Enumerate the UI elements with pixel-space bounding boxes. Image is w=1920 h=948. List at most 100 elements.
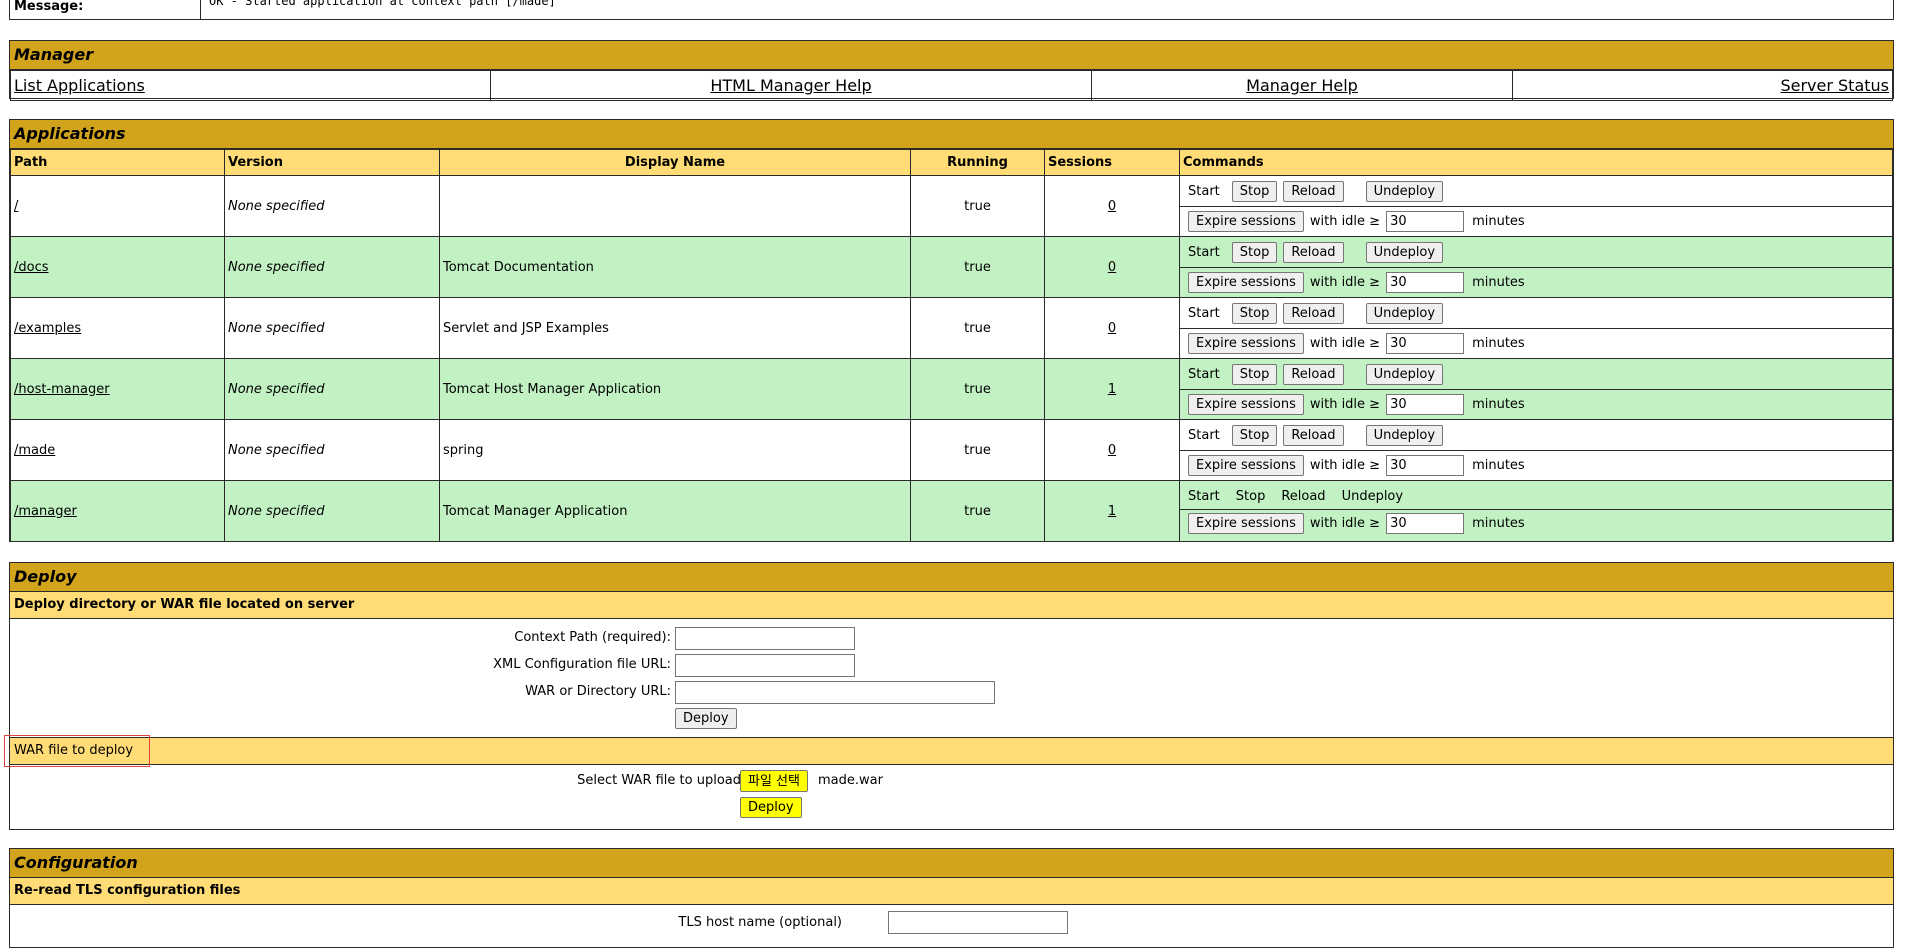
header-sessions: Sessions [1044, 149, 1180, 176]
app-version: None specified [224, 480, 440, 542]
stop-button[interactable]: Stop [1231, 424, 1278, 446]
with-idle-label: with idle ≥ [1309, 457, 1381, 473]
idle-minutes-input[interactable] [1386, 454, 1465, 476]
app-display-name: spring [439, 419, 911, 481]
manager-help-link[interactable]: Manager Help [1246, 76, 1358, 95]
context-path-input[interactable] [675, 627, 855, 650]
idle-minutes-input[interactable] [1386, 210, 1465, 232]
start-command: Start [1188, 183, 1220, 199]
undeploy-button[interactable]: Undeploy [1365, 180, 1444, 202]
idle-minutes-input[interactable] [1386, 271, 1465, 293]
app-commands: Start Stop Reload Undeploy Expire sessions wi… [1179, 480, 1893, 542]
manager-links-table: List Applications HTML Manager Help Mana… [10, 70, 1893, 101]
expire-sessions-button[interactable]: Expire sessions [1188, 454, 1304, 476]
minutes-label: minutes [1472, 396, 1525, 412]
stop-button[interactable]: Stop [1231, 302, 1278, 324]
server-status-link[interactable]: Server Status [1780, 76, 1889, 95]
undeploy-button[interactable]: Undeploy [1365, 363, 1444, 385]
message-label: Message: [14, 0, 84, 14]
undeploy-button[interactable]: Undeploy [1365, 302, 1444, 324]
app-version: None specified [224, 297, 440, 359]
app-commands: Start Stop Reload Undeploy Expire sessions wi… [1179, 419, 1893, 481]
with-idle-label: with idle ≥ [1309, 274, 1381, 290]
reload-button[interactable]: Reload [1283, 363, 1344, 385]
with-idle-label: with idle ≥ [1309, 396, 1381, 412]
idle-minutes-input[interactable] [1386, 513, 1465, 534]
choose-file-button[interactable]: 파일 선택 [740, 770, 808, 792]
deploy-panel: Deploy Deploy directory or WAR file loca… [4, 562, 1894, 830]
expire-sessions-button[interactable]: Expire sessions [1188, 513, 1304, 534]
header-path: Path [10, 149, 225, 176]
app-path-link[interactable]: /host-manager [14, 382, 110, 397]
deploy-upload-button[interactable]: Deploy [740, 797, 802, 818]
app-display-name: Tomcat Documentation [439, 236, 911, 298]
app-sessions-link[interactable]: 1 [1108, 504, 1116, 519]
app-path-link[interactable]: / [14, 199, 18, 214]
reload-button[interactable]: Reload [1283, 180, 1344, 202]
manager-panel: Manager List Applications HTML Manager H… [9, 40, 1894, 101]
header-running: Running [910, 149, 1045, 176]
minutes-label: minutes [1472, 335, 1525, 351]
app-sessions-link[interactable]: 0 [1108, 260, 1116, 275]
undeploy-button[interactable]: Undeploy [1365, 424, 1444, 446]
app-commands: Start Stop Reload Undeploy Expire sessions wi… [1179, 236, 1893, 298]
with-idle-label: with idle ≥ [1309, 335, 1381, 351]
table-row: /docs None specified Tomcat Documentation t… [10, 236, 1893, 298]
header-display-name: Display Name [439, 149, 911, 176]
app-sessions-link[interactable]: 0 [1108, 321, 1116, 336]
app-commands: Start Stop Reload Undeploy Expire sessions wi… [1179, 358, 1893, 420]
chosen-file-name: made.war [818, 773, 883, 788]
reload-command: Reload [1281, 489, 1326, 504]
expire-sessions-button[interactable]: Expire sessions [1188, 393, 1304, 415]
app-path-link[interactable]: /docs [14, 260, 49, 275]
tls-host-input[interactable] [888, 911, 1068, 934]
minutes-label: minutes [1472, 516, 1525, 531]
war-dir-input[interactable] [675, 681, 995, 704]
reload-button[interactable]: Reload [1283, 302, 1344, 324]
expire-sessions-button[interactable]: Expire sessions [1188, 210, 1304, 232]
message-text: OK - Started application at context path… [200, 0, 556, 19]
reload-button[interactable]: Reload [1283, 241, 1344, 263]
app-display-name: Tomcat Manager Application [439, 480, 911, 542]
app-sessions-link[interactable]: 0 [1108, 443, 1116, 458]
stop-button[interactable]: Stop [1231, 241, 1278, 263]
app-sessions-link[interactable]: 0 [1108, 199, 1116, 214]
configuration-title: Configuration [10, 849, 1893, 878]
minutes-label: minutes [1472, 213, 1525, 229]
xml-config-input[interactable] [675, 654, 855, 677]
stop-button[interactable]: Stop [1231, 363, 1278, 385]
app-sessions-link[interactable]: 1 [1108, 382, 1116, 397]
idle-minutes-input[interactable] [1386, 393, 1465, 415]
message-panel: Message: OK - Started application at con… [9, 0, 1894, 20]
header-version: Version [224, 149, 440, 176]
expire-sessions-button[interactable]: Expire sessions [1188, 271, 1304, 293]
stop-button[interactable]: Stop [1231, 180, 1278, 202]
app-running: true [910, 175, 1045, 237]
deploy-title: Deploy [10, 563, 1893, 592]
applications-table: Path Version Display Name Running Sessio… [10, 149, 1893, 542]
app-path-link[interactable]: /made [14, 443, 55, 458]
app-path-link[interactable]: /examples [14, 321, 81, 336]
app-display-name: Tomcat Host Manager Application [439, 358, 911, 420]
app-commands: Start Stop Reload Undeploy Expire sessions wi… [1179, 297, 1893, 359]
reload-button[interactable]: Reload [1283, 424, 1344, 446]
configuration-panel: Configuration Re-read TLS configuration … [9, 848, 1894, 948]
xml-config-label: XML Configuration file URL: [493, 657, 671, 672]
app-path-link[interactable]: /manager [14, 504, 77, 519]
expire-sessions-button[interactable]: Expire sessions [1188, 332, 1304, 354]
undeploy-button[interactable]: Undeploy [1365, 241, 1444, 263]
start-command: Start [1188, 489, 1220, 504]
war-upload-section: WAR file to deploy [4, 735, 1893, 767]
context-path-row: Context Path (required): [10, 625, 1893, 652]
war-dir-row: WAR or Directory URL: [10, 679, 1893, 706]
applications-title: Applications [10, 120, 1893, 149]
app-running: true [910, 480, 1045, 542]
deploy-server-section: Deploy directory or WAR file located on … [10, 592, 1893, 619]
deploy-server-button[interactable]: Deploy [675, 708, 737, 729]
html-manager-help-link[interactable]: HTML Manager Help [710, 76, 871, 95]
start-command: Start [1188, 427, 1220, 443]
list-applications-link[interactable]: List Applications [14, 76, 145, 95]
idle-minutes-input[interactable] [1386, 332, 1465, 354]
header-commands: Commands [1179, 149, 1893, 176]
start-command: Start [1188, 305, 1220, 321]
